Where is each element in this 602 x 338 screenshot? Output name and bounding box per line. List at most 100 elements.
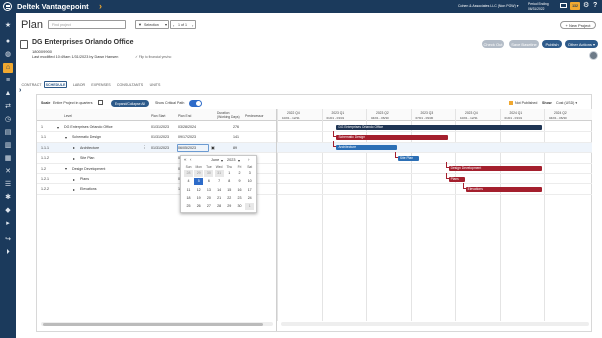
calendar-day[interactable]: 18	[184, 195, 193, 202]
calendar-day[interactable]: 8	[225, 178, 234, 185]
billing-icon[interactable]: ▤	[3, 128, 13, 138]
collapse-caret-icon[interactable]: ▾	[57, 125, 59, 130]
gantt-bar[interactable]: DG Enterprises Orlando Office	[336, 124, 543, 130]
show-select[interactable]: Cost (USD) ▾	[556, 101, 577, 105]
gantt-bar[interactable]: Site Plan	[397, 155, 420, 161]
calendar-day[interactable]: 29	[194, 170, 204, 177]
calendar-day[interactable]: 28	[215, 203, 224, 210]
globe-icon[interactable]: ◍	[3, 50, 13, 60]
calendar-day[interactable]: 19	[194, 195, 203, 202]
save-baseline-button[interactable]: Save Baseline	[509, 40, 539, 48]
calendar-day[interactable]: 3	[245, 170, 254, 177]
analytics-icon[interactable]: ▲	[3, 89, 13, 99]
company-selector[interactable]: Cohen & Associates LLC (Non PGW) ▾	[458, 4, 519, 8]
hamburger-menu-icon[interactable]	[3, 2, 12, 11]
calendar-day[interactable]: 9	[235, 178, 244, 185]
tab-contract[interactable]: CONTRACT	[20, 81, 43, 88]
calendar-day[interactable]: 13	[204, 187, 213, 194]
invoice-icon[interactable]: ▥	[3, 141, 13, 151]
scrollbar-thumb[interactable]	[43, 322, 263, 326]
collapse-caret-icon[interactable]: ▾	[65, 166, 67, 171]
hub-icon[interactable]: ◆	[3, 206, 13, 216]
table-row[interactable]	[37, 153, 592, 164]
row-caret-icon[interactable]: ▸	[73, 187, 75, 192]
notification-badge[interactable]: 132	[570, 2, 580, 10]
next-month-icon[interactable]: ›	[248, 157, 250, 162]
calendar-day[interactable]: 1	[245, 203, 255, 211]
search-input[interactable]: Find project	[52, 23, 71, 27]
help-icon[interactable]: ?	[593, 1, 597, 11]
gantt-bar[interactable]: Design Development	[448, 166, 543, 172]
collapse-caret-icon[interactable]: ▾	[65, 135, 67, 140]
filter-selection[interactable]: ▼ Selection ▾	[135, 20, 169, 29]
row-plan-end[interactable]: 03/28/2024	[178, 125, 196, 129]
calendar-day[interactable]: 30	[204, 170, 214, 177]
pager-prev-icon[interactable]: ‹	[173, 23, 174, 28]
project-search[interactable]: Find project	[48, 20, 126, 29]
calendar-day[interactable]: 23	[235, 195, 244, 202]
gantt-bar[interactable]: Elevations	[465, 186, 543, 192]
calendar-day[interactable]: 17	[245, 187, 254, 194]
tab-expenses[interactable]: EXPENSES	[90, 81, 112, 88]
horizontal-scrollbar[interactable]	[41, 322, 273, 326]
calendar-day[interactable]: 5	[194, 178, 204, 186]
gantt-scrollbar[interactable]	[281, 322, 589, 326]
exit-icon[interactable]: ⏵	[3, 248, 13, 258]
calendar-day[interactable]: 29	[225, 203, 234, 210]
logout-icon[interactable]: ↪	[3, 235, 13, 245]
row-plan-end[interactable]: 09/17/2023	[178, 135, 196, 139]
pager[interactable]: ‹ 1 of 1 ›	[170, 20, 196, 29]
calendar-day[interactable]: 2	[235, 170, 244, 177]
row-calendar-icon[interactable]: ▣	[211, 145, 215, 150]
drag-handle-icon[interactable]: ⋮	[142, 145, 147, 151]
reports-icon[interactable]: ☰	[3, 180, 13, 190]
forward-icon[interactable]: ▸	[3, 219, 13, 229]
gantt-bar[interactable]: Schematic Design	[336, 134, 449, 140]
period-date[interactable]: 06/31/2022	[528, 7, 545, 11]
expense-icon[interactable]: ▦	[3, 154, 13, 164]
gantt-bar[interactable]: Architecture	[336, 145, 398, 151]
calendar-day[interactable]: 4	[184, 178, 193, 185]
row-caret-icon[interactable]: ▸	[73, 177, 75, 182]
calendar-day[interactable]: 14	[215, 187, 224, 194]
tools-icon[interactable]: ✕	[3, 167, 13, 177]
end-date-editor[interactable]	[177, 143, 209, 152]
scale-value[interactable]: Entire Project in quarters	[53, 101, 93, 105]
date-picker-popup[interactable]: « ‹ June ▾ 2023 ▾ › Sun Mon Tue Wed Thu Fri Sa…	[180, 155, 257, 213]
calendar-day[interactable]: 22	[225, 195, 234, 202]
new-project-button[interactable]: + New Project	[560, 21, 596, 29]
projects-icon[interactable]: ⌂	[3, 63, 13, 73]
calendar-day[interactable]: 26	[194, 203, 203, 210]
favorites-star-icon[interactable]: ★	[3, 21, 13, 31]
mail-icon[interactable]	[560, 3, 567, 8]
calendar-day[interactable]: 6	[204, 178, 213, 185]
avatar[interactable]	[589, 51, 598, 60]
pager-next-icon[interactable]: ›	[192, 23, 193, 28]
settings-gear-icon[interactable]: ⚙	[583, 1, 589, 11]
calendar-month[interactable]: June	[211, 158, 219, 162]
time-icon[interactable]: ◷	[3, 115, 13, 125]
calendar-day[interactable]: 7	[215, 178, 224, 185]
calendar-day[interactable]: 20	[204, 195, 213, 202]
calendar-day[interactable]: 30	[235, 203, 244, 210]
calendar-year[interactable]: 2023	[227, 158, 235, 162]
calendar-day[interactable]: 28	[184, 170, 193, 177]
other-actions-button[interactable]: Other Actions ▾	[565, 40, 598, 48]
calendar-day[interactable]: 21	[215, 195, 224, 202]
table-row[interactable]	[37, 142, 592, 154]
critical-path-toggle[interactable]	[189, 100, 202, 107]
flag-check[interactable]: ✓ Flip to financial yes/no	[135, 55, 171, 59]
prev-year-icon[interactable]: «	[184, 157, 187, 162]
settings-icon[interactable]: ✱	[3, 193, 13, 203]
tab-schedule[interactable]: SCHEDULE	[44, 81, 67, 88]
tab-labor[interactable]: LABOR	[70, 81, 88, 88]
tab-units[interactable]: UNITS	[147, 81, 163, 88]
publish-button[interactable]: Publish	[542, 40, 562, 48]
prev-month-icon[interactable]: ‹	[190, 157, 192, 162]
calendar-day[interactable]: 27	[204, 203, 213, 210]
calendar-day[interactable]: 1	[225, 170, 234, 177]
expand-panel-chevron-icon[interactable]: ›	[19, 87, 21, 94]
brand-logo[interactable]: Deltek Vantagepoint	[17, 2, 89, 11]
expand-collapse-button[interactable]: Expand/Collapse All	[111, 100, 149, 107]
pipeline-icon[interactable]: ≡	[3, 76, 13, 86]
